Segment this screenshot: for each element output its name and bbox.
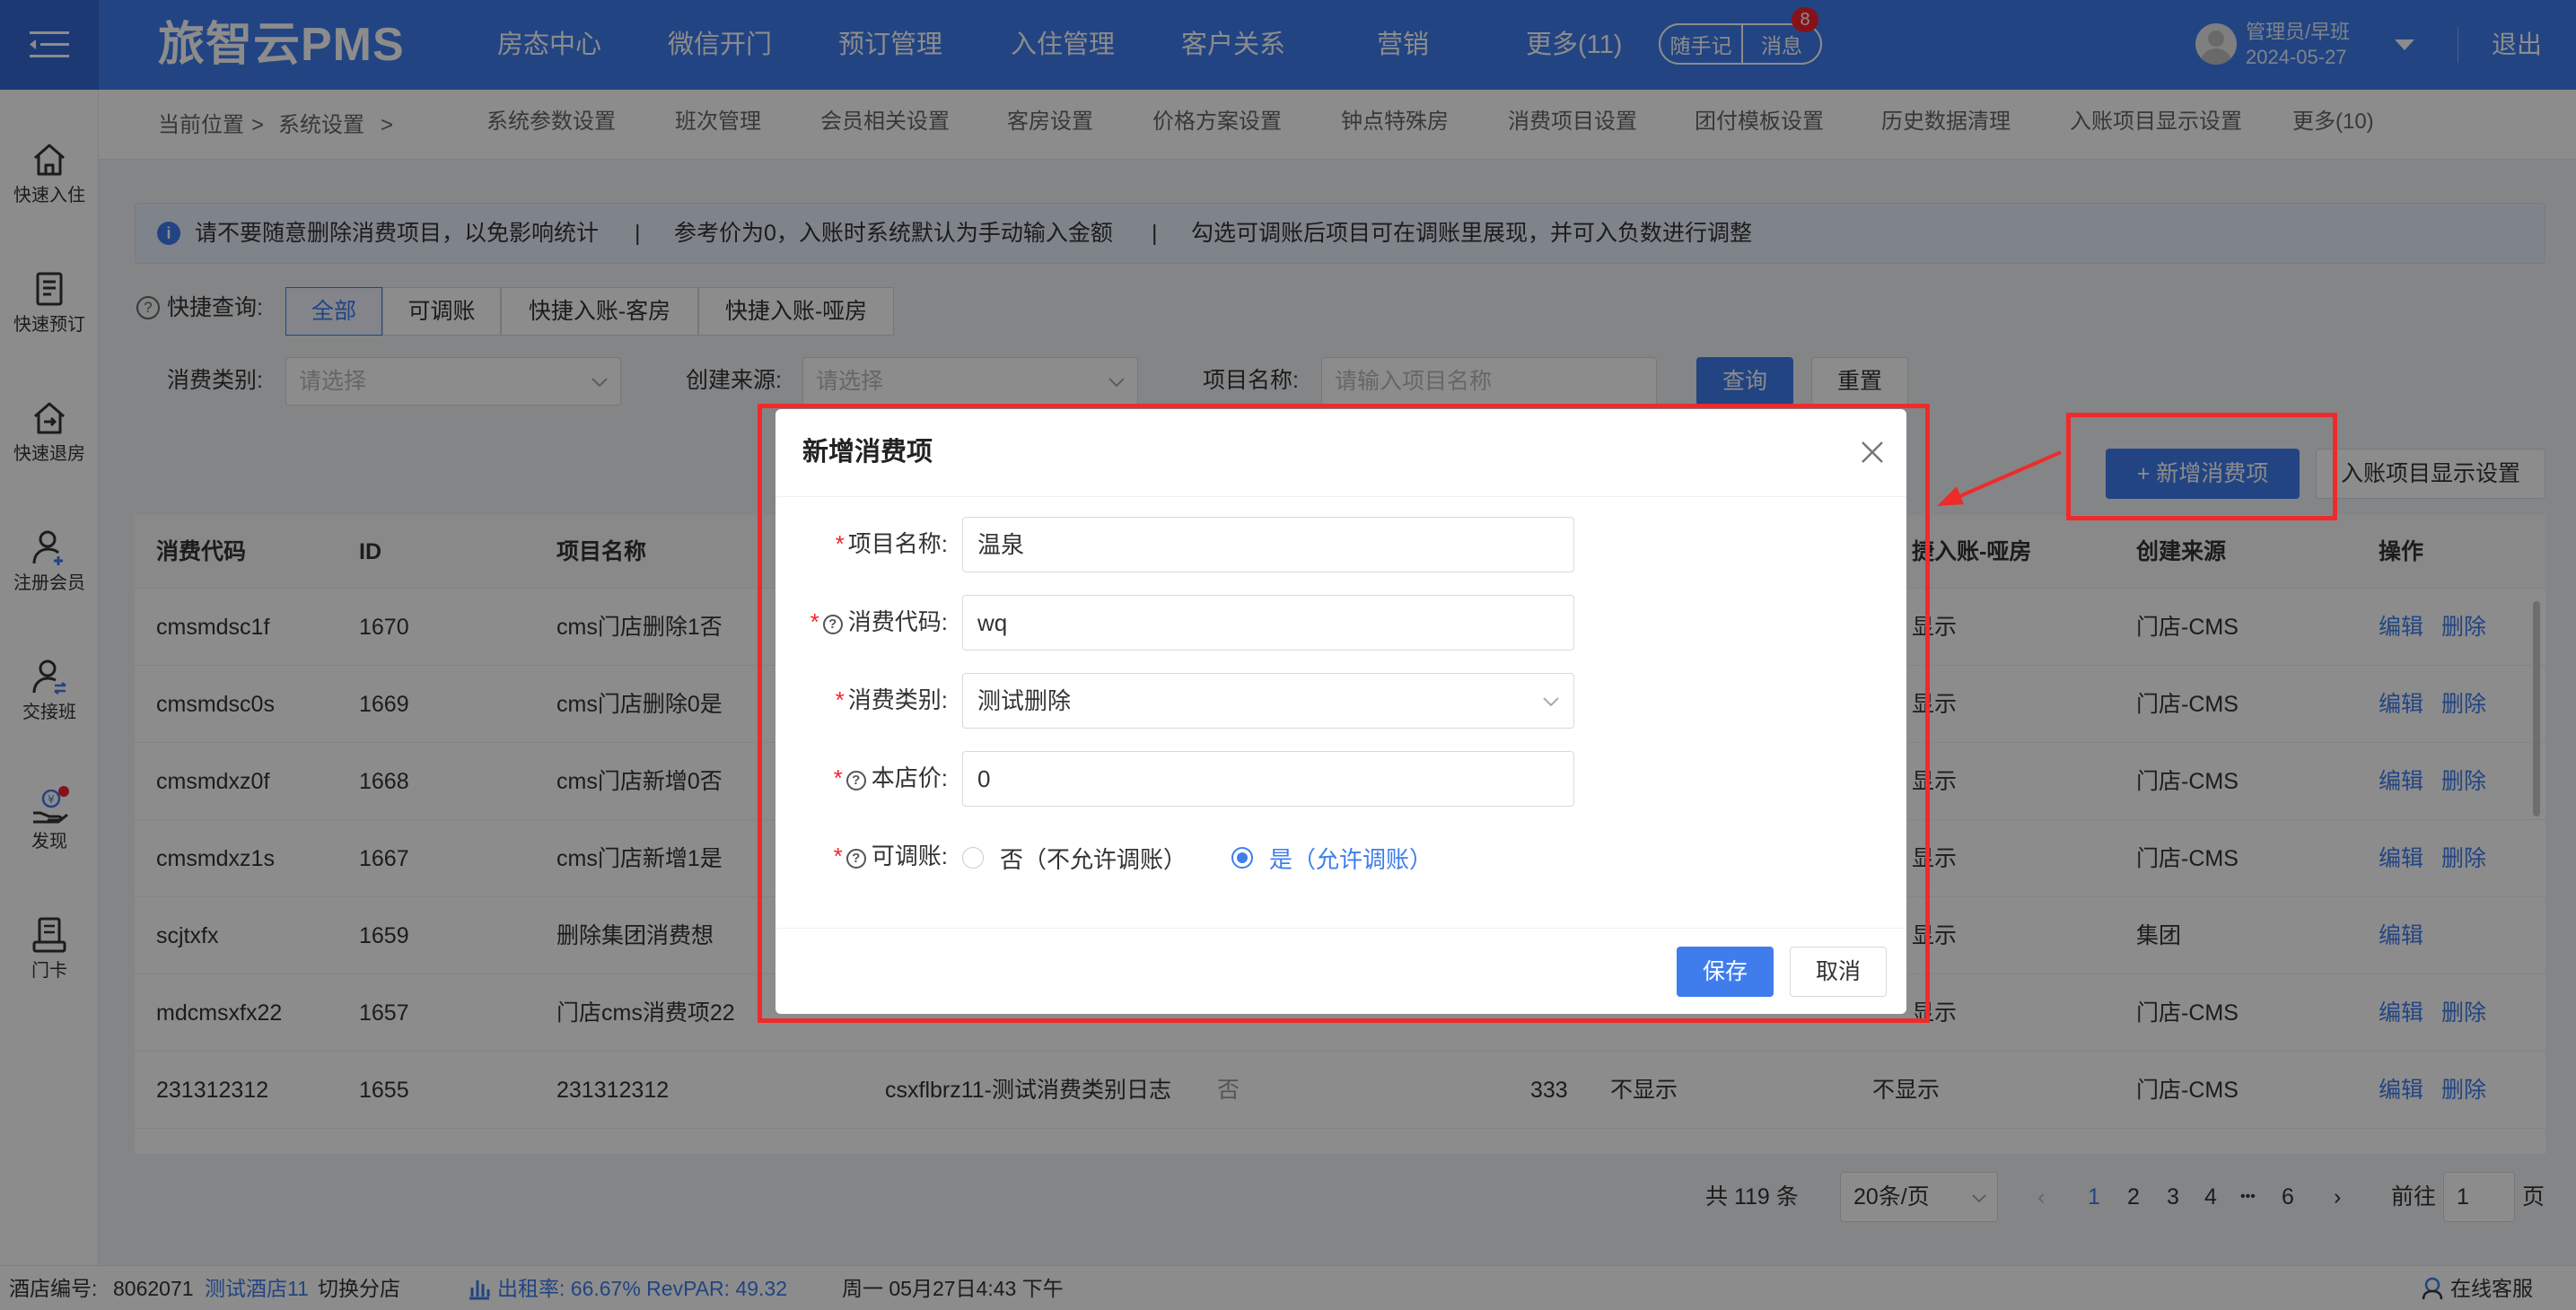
annotation-box-dialog: [758, 404, 1930, 1023]
annotation-box-add-button: [2066, 413, 2337, 520]
annotation-arrow: [1937, 450, 2062, 506]
